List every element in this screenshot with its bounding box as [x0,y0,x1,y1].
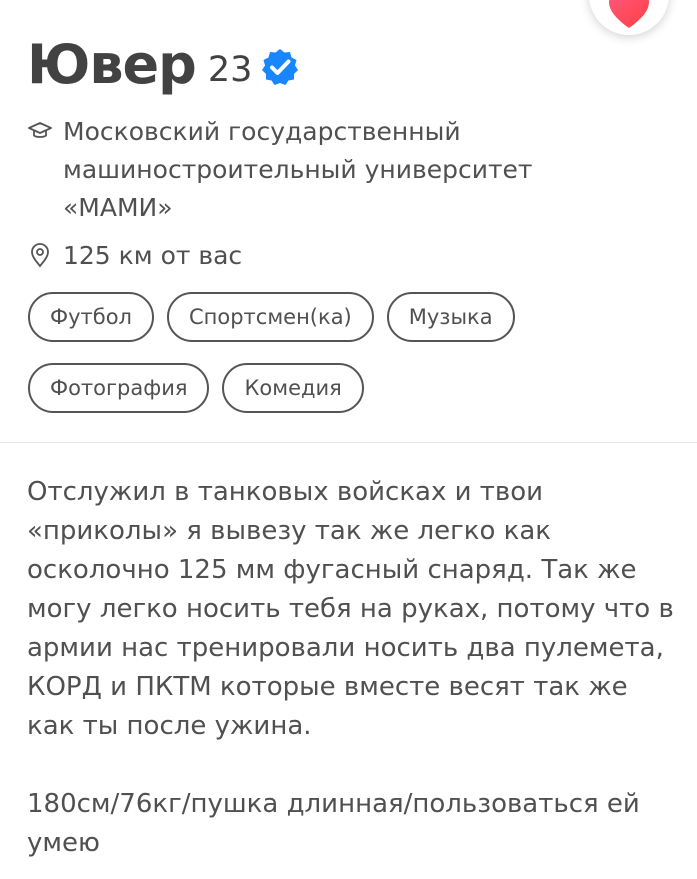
bio-extra: 180см/76кг/пушка длинная/пользоваться ей… [27,789,640,858]
distance-text: 125 км от вас [63,241,243,270]
profile-page: Ювер 23 Московский государственный машин… [0,0,697,879]
interests-row-2: Фотография Комедия [28,363,678,413]
bio-main: Отслужил в танковых войсках и твои «прик… [27,477,674,741]
distance-row: 125 км от вас [27,237,242,275]
verified-checkmark-icon [262,49,299,85]
interests-row-1: Футбол Спортсмен(ка) Музыка [28,292,678,342]
school-name: Московский государственный машиностроите… [63,117,533,222]
section-divider [0,442,697,443]
bio-text: Отслужил в танковых войсках и твои «прик… [27,473,677,863]
interest-chip: Спортсмен(ка) [166,292,374,342]
interest-chip: Комедия [222,363,364,413]
location-pin-icon [31,243,49,268]
interest-chip: Музыка [386,292,515,342]
profile-header: Ювер 23 [27,24,300,106]
interest-chip: Футбол [28,292,154,342]
school-row: Московский государственный машиностроите… [27,113,623,227]
profile-name: Ювер [27,33,197,96]
interest-chip: Фотография [28,363,210,413]
like-button[interactable] [589,0,669,35]
graduation-cap-icon [28,122,52,138]
heart-icon [609,0,649,28]
profile-age: 23 [207,50,253,90]
